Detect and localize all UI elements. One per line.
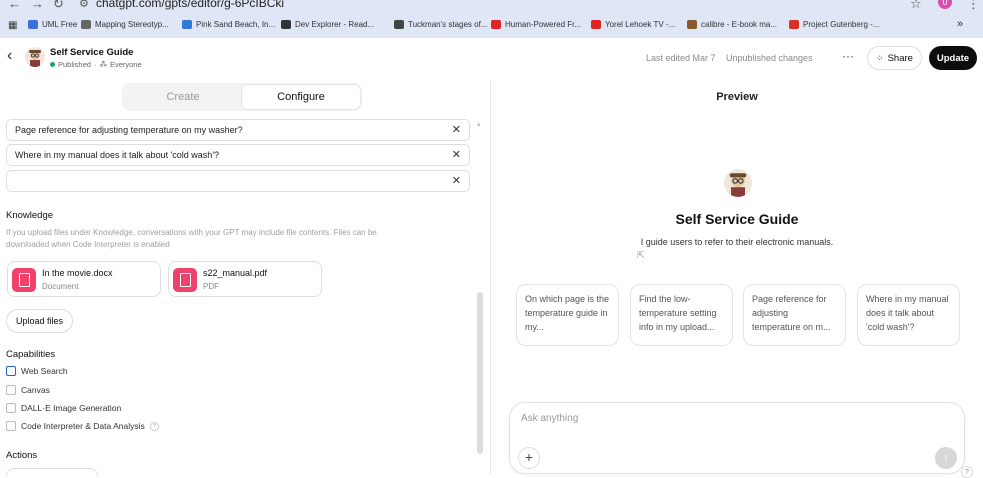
checkbox[interactable] xyxy=(6,421,16,431)
forward-arrow-icon[interactable]: → xyxy=(31,0,44,11)
bookmark-favicon-icon xyxy=(81,20,91,29)
configure-panel: Create Configure Page reference for adju… xyxy=(0,80,490,476)
info-icon[interactable]: ? xyxy=(149,421,159,431)
suggestion-card[interactable]: Find the low-temperature setting info in… xyxy=(630,284,733,346)
bookmark-item[interactable]: Yorel Lehoek TV -... xyxy=(591,20,675,29)
knowledge-title: Knowledge xyxy=(6,210,54,221)
bookmark-favicon-icon xyxy=(182,20,192,29)
preview-label: Preview xyxy=(716,91,758,103)
remove-starter-icon[interactable]: ✕ xyxy=(452,171,461,191)
remove-starter-icon[interactable]: ✕ xyxy=(452,145,461,165)
bookmark-favicon-icon xyxy=(789,20,799,29)
attach-plus-icon[interactable]: + xyxy=(518,447,540,469)
bookmark-item[interactable]: Project Gutenberg -... xyxy=(789,20,879,29)
bookmark-favicon-icon xyxy=(491,20,501,29)
gpt-avatar xyxy=(25,47,45,67)
conversation-starter-input[interactable]: Page reference for adjusting temperature… xyxy=(6,119,470,141)
address-bar[interactable]: chatgpt.com/gpts/editor/g-6PcIBCki xyxy=(96,0,284,10)
preview-gpt-description: I guide users to refer to their electron… xyxy=(640,237,834,247)
bookmark-favicon-icon xyxy=(28,20,38,29)
scrollbar[interactable] xyxy=(477,292,483,454)
conversation-starter-input[interactable]: Where in my manual does it talk about 'c… xyxy=(6,144,470,166)
tab-create[interactable]: Create xyxy=(124,85,242,109)
share-icon: ⁘ xyxy=(876,52,884,63)
capability-image-generation[interactable]: DALL·E Image Generation xyxy=(6,403,121,413)
site-info-icon[interactable]: ⚙ xyxy=(79,0,89,10)
app-header: ‹ Self Service Guide Published · ⁂ Every… xyxy=(0,38,983,80)
document-icon xyxy=(173,268,197,292)
bookmark-item[interactable]: Mapping Stereotyp... xyxy=(81,20,169,29)
browser-chrome: ← → ↻ ⚙ chatgpt.com/gpts/editor/g-6PcIBC… xyxy=(0,0,983,38)
send-arrow-icon[interactable]: ↑ xyxy=(935,447,957,469)
message-input[interactable]: Ask anything xyxy=(521,413,578,424)
mode-tabs: Create Configure xyxy=(122,83,362,111)
preview-gpt-name: Self Service Guide xyxy=(675,211,799,227)
audience-icon: ⁂ xyxy=(99,60,107,69)
create-action-button[interactable] xyxy=(6,468,98,476)
bookmark-favicon-icon xyxy=(394,20,404,29)
conversation-starter-input[interactable]: ✕ xyxy=(6,170,470,192)
knowledge-file-card[interactable]: s22_manual.pdf PDF xyxy=(168,261,322,297)
apps-grid-icon[interactable]: ▦ xyxy=(8,20,17,31)
bookmark-item[interactable]: Pink Sand Beach, In... xyxy=(182,20,275,29)
bookmark-item[interactable]: UML Free xyxy=(28,20,77,29)
checkbox[interactable] xyxy=(6,385,16,395)
back-arrow-icon[interactable]: ← xyxy=(8,0,21,11)
tab-configure[interactable]: Configure xyxy=(242,85,360,109)
back-chevron-icon[interactable]: ‹ xyxy=(7,47,12,65)
knowledge-file-card[interactable]: In the movie.docx Document xyxy=(7,261,161,297)
knowledge-description: If you upload files under Knowledge, con… xyxy=(6,228,377,249)
reload-icon[interactable]: ↻ xyxy=(53,0,64,12)
bookmark-favicon-icon xyxy=(687,20,697,29)
help-icon[interactable]: ? xyxy=(961,466,973,478)
bookmark-item[interactable]: Tuckman's stages of... xyxy=(394,20,487,29)
unpublished-changes: Unpublished changes xyxy=(726,53,813,63)
capability-web-search[interactable]: Web Search xyxy=(6,366,68,376)
share-button[interactable]: ⁘ Share xyxy=(867,46,922,70)
more-options-icon[interactable]: ··· xyxy=(842,49,854,63)
status-dot-icon xyxy=(50,62,55,67)
preview-panel: Preview Self Service Guide I guide users… xyxy=(491,80,983,478)
publish-status: Published · ⁂ Everyone xyxy=(50,60,142,69)
bookmarks-bar: ▦ UML Free Mapping Stereotyp... Pink Sand … xyxy=(0,16,983,38)
bookmark-item[interactable]: Human-Powered Fr... xyxy=(491,20,581,29)
profile-avatar[interactable]: 0 xyxy=(938,0,952,9)
browser-menu-icon[interactable]: ⋮ xyxy=(967,0,980,12)
bookmark-favicon-icon xyxy=(591,20,601,29)
checkbox[interactable] xyxy=(6,366,16,376)
capabilities-title: Capabilities xyxy=(6,349,56,360)
gpt-title: Self Service Guide xyxy=(50,47,134,58)
actions-title: Actions xyxy=(6,450,38,461)
capability-code-interpreter[interactable]: Code Interpreter & Data Analysis ? xyxy=(6,421,159,431)
remove-starter-icon[interactable]: ✕ xyxy=(452,120,461,140)
bookmark-favicon-icon xyxy=(281,20,291,29)
checkbox[interactable] xyxy=(6,403,16,413)
bookmark-item[interactable]: calibre - E-book ma... xyxy=(687,20,777,29)
last-edited: Last edited Mar 7 xyxy=(646,53,716,63)
preview-avatar xyxy=(724,169,752,197)
bookmark-star-icon[interactable]: ☆ xyxy=(910,0,922,12)
suggestion-card[interactable]: Where in my manual does it talk about 'c… xyxy=(857,284,960,346)
scroll-up-icon[interactable]: ▴ xyxy=(477,120,481,128)
upload-files-button[interactable]: Upload files xyxy=(6,309,73,333)
update-button[interactable]: Update xyxy=(929,46,977,70)
more-bookmarks-icon[interactable]: » xyxy=(957,18,963,30)
message-composer[interactable]: Ask anything + ↑ xyxy=(509,402,965,474)
mouse-cursor-icon: ⇱ xyxy=(637,250,645,260)
bookmark-item[interactable]: Dev Explorer - Read... xyxy=(281,20,374,29)
suggestion-card[interactable]: On which page is the temperature guide i… xyxy=(516,284,619,346)
document-icon xyxy=(12,268,36,292)
suggestion-card[interactable]: Page reference for adjusting temperature… xyxy=(743,284,846,346)
capability-canvas[interactable]: Canvas xyxy=(6,385,50,395)
